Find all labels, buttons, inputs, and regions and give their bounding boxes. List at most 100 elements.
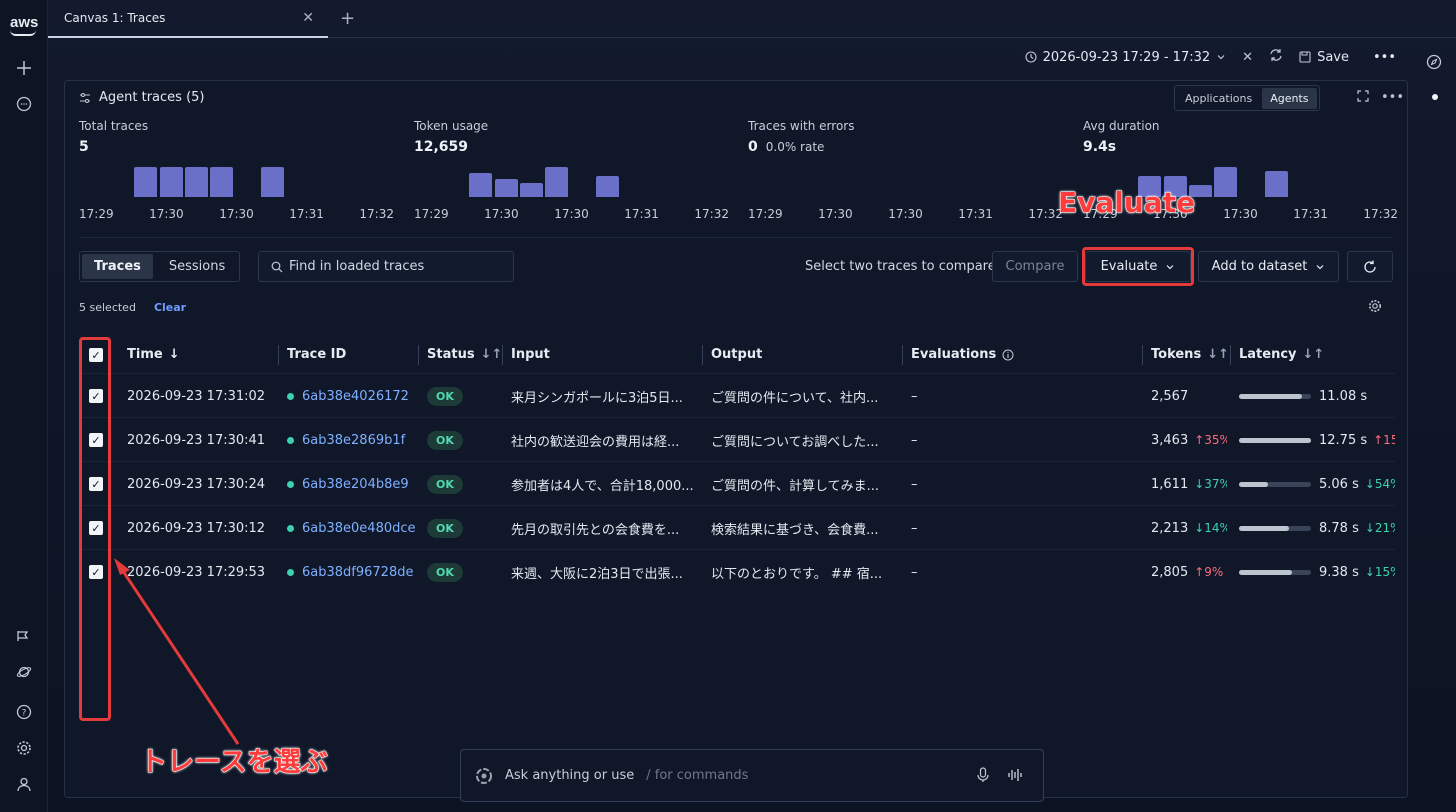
metric-value: 5	[79, 139, 89, 155]
compare-button[interactable]: Compare	[992, 251, 1078, 282]
col-input-label: Input	[511, 347, 550, 362]
table-row[interactable]: ✓ 2026-09-23 17:30:24 6ab38e204b8e9 OK 参加者は4…	[79, 461, 1395, 505]
table-row[interactable]: ✓ 2026-09-23 17:30:41 6ab38e2869b1f OK 社内の歓送…	[79, 417, 1395, 461]
cell-input: 来月シンガポールに3泊5日...	[511, 390, 683, 406]
tokens-value: 2,567	[1151, 388, 1189, 404]
col-status[interactable]: Status ↓↑	[427, 347, 502, 362]
sparkline-bar	[596, 176, 619, 197]
trace-id-link[interactable]: 6ab38e4026172	[302, 389, 409, 404]
new-tab-icon[interactable]: +	[340, 8, 355, 29]
cell-trace-id[interactable]: 6ab38e0e480dce	[287, 506, 415, 550]
cell-evaluations: –	[911, 388, 918, 404]
column-divider	[418, 345, 419, 365]
chat-placeholder: Ask anything or use	[505, 768, 635, 783]
metric-label: Token usage	[414, 119, 489, 133]
user-icon[interactable]	[12, 772, 36, 796]
cell-trace-id[interactable]: 6ab38e2869b1f	[287, 418, 415, 462]
col-trace-id: Trace ID	[287, 347, 346, 362]
close-tab-icon[interactable]: ✕	[302, 10, 314, 26]
clear-selection-link[interactable]: Clear	[154, 301, 186, 314]
col-tokens-label: Tokens	[1151, 347, 1202, 362]
metric-total-traces: Total traces 5	[79, 119, 399, 155]
cell-evaluations: –	[911, 520, 918, 536]
tick-label: 17:31	[1293, 207, 1328, 221]
status-dot	[287, 436, 294, 444]
save-button[interactable]: Save	[1299, 50, 1349, 65]
cell-output: 以下のとおりです。 ## 宿...	[711, 566, 883, 582]
add-dataset-label: Add to dataset	[1211, 259, 1308, 274]
clear-time-icon[interactable]: ✕	[1242, 50, 1253, 65]
chat-bubble-icon[interactable]	[12, 92, 36, 116]
latency-delta: ↓54%	[1364, 477, 1395, 491]
trace-id-link[interactable]: 6ab38e204b8e9	[302, 477, 409, 492]
tokens-delta: ↓14%	[1194, 521, 1227, 535]
panel-more-icon[interactable]: •••	[1381, 90, 1404, 106]
table-row[interactable]: ✓ 2026-09-23 17:29:53 6ab38df96728de OK 来週、大…	[79, 549, 1395, 593]
refresh-table-button[interactable]	[1347, 251, 1393, 282]
sparkline-bar	[134, 167, 157, 197]
sort-icon: ↓↑	[1207, 347, 1229, 362]
sliders-icon[interactable]	[79, 92, 91, 104]
sparkline-bar	[495, 179, 518, 197]
aws-logo-smile	[10, 30, 36, 36]
status-dot	[287, 524, 294, 532]
trace-search-input[interactable]: Find in loaded traces	[258, 251, 514, 282]
microphone-icon[interactable]	[977, 767, 989, 787]
help-icon[interactable]: ?	[12, 700, 36, 724]
divider	[79, 237, 1393, 238]
more-options-icon[interactable]: •••	[1373, 50, 1396, 65]
cell-status: OK	[427, 462, 497, 506]
settings-gear-icon[interactable]	[12, 736, 36, 760]
tick-label: 17:32	[1363, 207, 1398, 221]
megaphone-icon[interactable]	[12, 624, 36, 648]
latency-delta: ↑15%	[1373, 433, 1395, 447]
cell-trace-id[interactable]: 6ab38e204b8e9	[287, 462, 415, 506]
search-placeholder: Find in loaded traces	[289, 259, 425, 274]
cell-output: 検索結果に基づき、会食費...	[711, 522, 879, 538]
compare-hint: Select two traces to compare	[805, 259, 996, 274]
assistant-chat-input[interactable]: Ask anything or use / for commands	[460, 749, 1044, 802]
tokens-value: 2,805	[1151, 564, 1189, 580]
col-time[interactable]: Time ↓	[127, 347, 180, 362]
column-divider	[1142, 345, 1143, 365]
table-row[interactable]: ✓ 2026-09-23 17:30:12 6ab38e0e480dce OK 先月の取…	[79, 505, 1395, 549]
expand-icon[interactable]	[1357, 90, 1369, 106]
sparkline-total-traces	[134, 167, 454, 197]
tab-traces[interactable]: Traces	[82, 254, 153, 279]
metric-avg-duration: Avg duration 9.4s	[1083, 119, 1403, 155]
plus-icon[interactable]	[12, 56, 36, 80]
panel-title-text: Agent traces (5)	[99, 90, 205, 105]
add-to-dataset-button[interactable]: Add to dataset	[1198, 251, 1339, 282]
view-option-applications[interactable]: Applications	[1177, 88, 1260, 109]
refresh-icon[interactable]	[1269, 48, 1283, 66]
cell-evaluations: –	[911, 432, 918, 448]
tab-canvas-1[interactable]: Canvas 1: Traces ✕	[48, 0, 328, 38]
cell-time: 2026-09-23 17:30:24	[127, 476, 266, 492]
table-settings-icon[interactable]	[1368, 299, 1382, 317]
cell-trace-id[interactable]: 6ab38e4026172	[287, 374, 415, 418]
trace-id-link[interactable]: 6ab38e0e480dce	[302, 521, 415, 536]
compass-icon[interactable]	[1426, 54, 1442, 74]
trace-id-link[interactable]: 6ab38df96728de	[302, 565, 413, 580]
time-range-picker[interactable]: 2026-09-23 17:29 - 17:32	[1025, 50, 1227, 65]
cell-latency: 12.75 s ↑15%	[1239, 418, 1395, 462]
voice-wave-icon[interactable]	[1007, 767, 1023, 787]
trace-id-link[interactable]: 6ab38e2869b1f	[302, 433, 405, 448]
tab-sessions[interactable]: Sessions	[157, 254, 237, 279]
column-divider	[278, 345, 279, 365]
view-option-agents[interactable]: Agents	[1262, 87, 1317, 109]
table-row[interactable]: ✓ 2026-09-23 17:31:02 6ab38e4026172 OK 来月シンガ…	[79, 373, 1395, 417]
col-latency[interactable]: Latency ↓↑	[1239, 347, 1324, 362]
cell-tokens: 2,805 ↑9%	[1151, 550, 1227, 594]
latency-delta: ↓15%	[1364, 565, 1395, 579]
tick-label: 17:30	[149, 207, 184, 221]
planet-icon[interactable]	[12, 660, 36, 684]
tick-label: 17:32	[359, 207, 394, 221]
col-tokens[interactable]: Tokens ↓↑	[1151, 347, 1229, 362]
tab-label: Canvas 1: Traces	[64, 11, 166, 25]
table-header: ✓ Time ↓ Trace ID Status ↓↑ Input Output E…	[79, 337, 1395, 373]
info-icon[interactable]	[1002, 349, 1014, 361]
cell-evaluations: –	[911, 564, 918, 580]
aws-logo[interactable]: aws	[10, 14, 38, 31]
cell-trace-id[interactable]: 6ab38df96728de	[287, 550, 415, 594]
